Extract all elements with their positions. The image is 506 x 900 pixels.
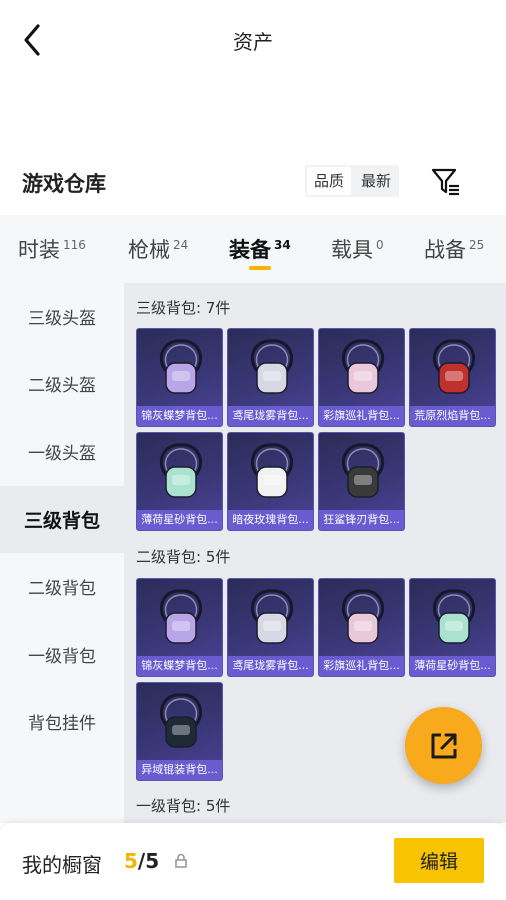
item-card[interactable]: 薄荷星砂背包...: [409, 578, 496, 677]
item-name: 彩旗巡礼背包...: [319, 656, 404, 676]
backpack-icon: [137, 433, 222, 511]
sidebar-item-lv2-helmet[interactable]: 二级头盔: [0, 350, 124, 417]
edit-button[interactable]: 编辑: [394, 838, 484, 883]
showcase-label: 我的橱窗: [22, 853, 102, 877]
page-title: 资产: [233, 30, 273, 54]
backpack-icon: [228, 433, 313, 511]
item-card[interactable]: 鸢尾珑雾背包...: [227, 328, 314, 427]
item-card[interactable]: 狂鲨锋刃背包...: [318, 432, 405, 531]
top-bar: 资产: [0, 0, 506, 80]
sidebar-item-lv3-helmet[interactable]: 三级头盔: [0, 283, 124, 350]
item-name: 鸢尾珑雾背包...: [228, 656, 313, 676]
sidebar-item-label: 一级背包: [28, 647, 96, 667]
active-tab-indicator: [249, 266, 271, 270]
showcase-count-current: 5: [124, 849, 138, 873]
item-name: 薄荷星砂背包...: [137, 510, 222, 530]
sidebar-item-label: 二级头盔: [28, 376, 96, 396]
sidebar-item-label: 二级背包: [28, 579, 96, 599]
tab-label: 装备: [229, 238, 271, 262]
showcase-count-total: /5: [137, 849, 160, 873]
sort-quality-option[interactable]: 品质: [307, 167, 352, 195]
backpack-icon: [410, 579, 495, 657]
sidebar: 三级头盔 二级头盔 一级头盔 三级背包 二级背包 一级背包 背包挂件: [0, 283, 124, 823]
sidebar-item-backpack-charm[interactable]: 背包挂件: [0, 688, 124, 755]
item-name: 鸢尾珑雾背包...: [228, 406, 313, 426]
item-name: 荒原烈焰背包...: [410, 406, 495, 426]
tab-count: 25: [469, 238, 485, 252]
item-card[interactable]: 异域锟装背包...: [136, 682, 223, 781]
item-name: 锦灰蝶梦背包...: [137, 406, 222, 426]
filter-button[interactable]: [430, 164, 462, 198]
tab-count: 24: [173, 238, 189, 252]
sidebar-item-label: 一级头盔: [28, 444, 96, 464]
sidebar-item-lv2-backpack[interactable]: 二级背包: [0, 553, 124, 620]
item-name: 锦灰蝶梦背包...: [137, 656, 222, 676]
sidebar-item-lv1-helmet[interactable]: 一级头盔: [0, 418, 124, 485]
backpack-icon: [319, 329, 404, 407]
sidebar-item-label: 背包挂件: [28, 714, 96, 734]
tab-supplies[interactable]: 战备 25: [424, 234, 484, 264]
group-title-lv1-backpack: 一级背包: 5件: [136, 797, 231, 815]
group-title-lv2-backpack: 二级背包: 5件: [136, 548, 231, 566]
share-icon: [431, 733, 456, 758]
backpack-icon: [319, 433, 404, 511]
backpack-icon: [137, 579, 222, 657]
tab-vehicles[interactable]: 载具 0: [331, 234, 384, 264]
tab-label: 战备: [424, 238, 466, 262]
tab-firearms[interactable]: 枪械 24: [128, 234, 188, 264]
backpack-icon: [228, 579, 313, 657]
backpack-icon: [137, 329, 222, 407]
backpack-icon: [410, 329, 495, 407]
tab-count: 116: [63, 238, 86, 252]
backpack-icon: [137, 683, 222, 761]
item-name: 薄荷星砂背包...: [410, 656, 495, 676]
tab-fashion[interactable]: 时装 116: [18, 234, 86, 264]
warehouse-header: 游戏仓库 品质 最新: [0, 160, 506, 204]
backpack-icon: [228, 329, 313, 407]
item-name: 狂鲨锋刃背包...: [319, 510, 404, 530]
item-name: 暗夜玫瑰背包...: [228, 510, 313, 530]
sidebar-item-label: 三级头盔: [28, 309, 96, 329]
tab-equipment[interactable]: 装备 34: [229, 234, 291, 264]
warehouse-title: 游戏仓库: [22, 172, 106, 196]
category-tabs: 时装 116 枪械 24 装备 34 载具 0 战备 25: [0, 215, 506, 283]
tab-label: 枪械: [128, 238, 170, 262]
showcase-count: 5/5: [124, 849, 159, 873]
asset-page: 资产 游戏仓库 品质 最新 时装 116 枪械 24 装备 34 载具 0 战备 25 三…: [0, 0, 506, 900]
item-name: 彩旗巡礼背包...: [319, 406, 404, 426]
tab-label: 载具: [331, 238, 373, 262]
item-card[interactable]: 锦灰蝶梦背包...: [136, 328, 223, 427]
item-card[interactable]: 彩旗巡礼背包...: [318, 328, 405, 427]
filter-list-icon: [431, 168, 459, 196]
share-button[interactable]: [405, 707, 482, 784]
tab-count: 0: [376, 238, 384, 252]
showcase-bar: 我的橱窗 5/5 编辑: [0, 823, 506, 900]
backpack-icon: [319, 579, 404, 657]
item-card[interactable]: 锦灰蝶梦背包...: [136, 578, 223, 677]
sidebar-item-lv3-backpack[interactable]: 三级背包: [0, 486, 124, 553]
tab-count: 34: [274, 238, 291, 252]
item-card[interactable]: 暗夜玫瑰背包...: [227, 432, 314, 531]
item-card[interactable]: 鸢尾珑雾背包...: [227, 578, 314, 677]
lock-icon: [175, 853, 187, 868]
sort-latest-option[interactable]: 最新: [353, 165, 399, 197]
tab-label: 时装: [18, 238, 60, 262]
sort-toggle: 品质 最新: [305, 165, 400, 197]
item-card[interactable]: 薄荷星砂背包...: [136, 432, 223, 531]
item-name: 异域锟装背包...: [137, 760, 222, 780]
sidebar-item-lv1-backpack[interactable]: 一级背包: [0, 621, 124, 688]
sidebar-item-label: 三级背包: [23, 510, 100, 532]
group-title-lv3-backpack: 三级背包: 7件: [136, 299, 231, 317]
item-card[interactable]: 荒原烈焰背包...: [409, 328, 496, 427]
item-card[interactable]: 彩旗巡礼背包...: [318, 578, 405, 677]
